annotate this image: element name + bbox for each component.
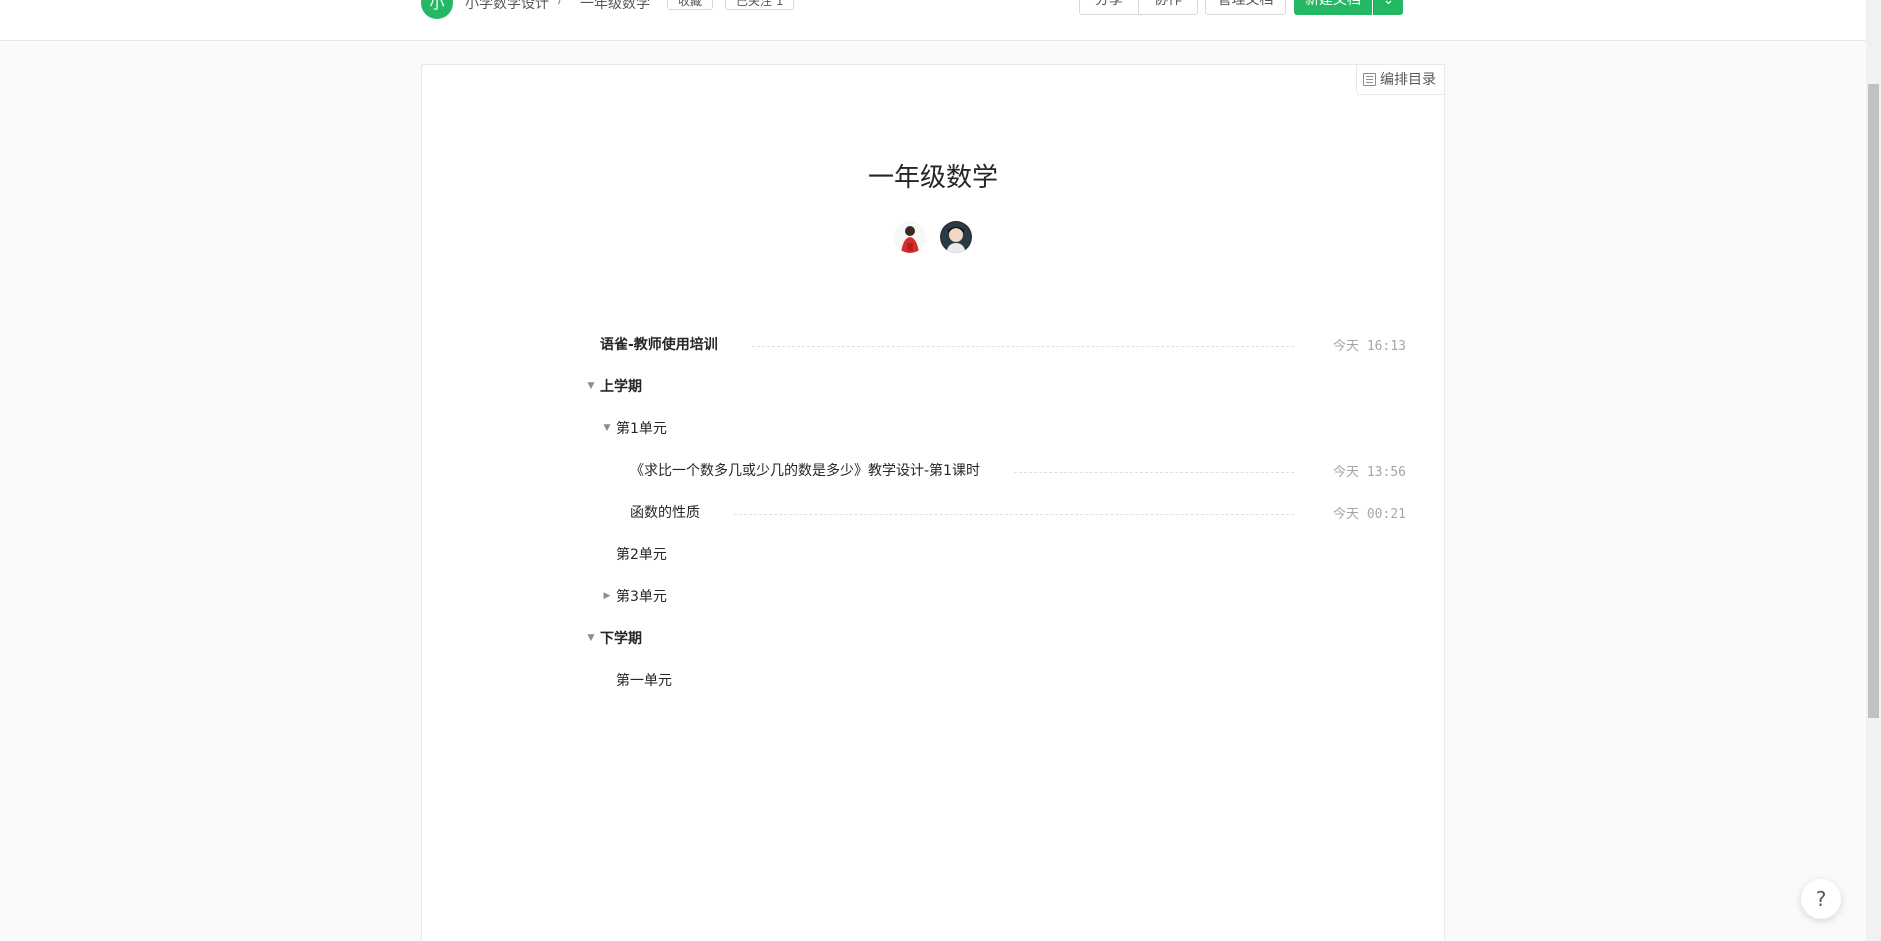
new-doc-dropdown-icon[interactable]: ⌄ [1373,0,1403,15]
top-header: 小 小学数学设计 / 一年级数学 收藏 已关注 1 分享 协作 管理文档 新建文… [0,0,1866,41]
caret-right-icon[interactable]: ▶ [602,591,612,601]
toc-item-time: 今天 13:56 [1333,464,1406,480]
breadcrumb-separator: / [558,0,563,7]
share-button[interactable]: 分享 [1079,0,1139,15]
toc-indent-spacer [602,549,612,559]
toc-item-label: 第2单元 [616,547,667,563]
toc-indent-spacer [586,339,596,349]
toc-item[interactable]: 第2单元 [586,533,1406,575]
toc-item-label: 语雀-教师使用培训 [600,337,718,353]
caret-down-icon[interactable]: ▼ [586,381,596,391]
member-avatar[interactable] [940,221,972,253]
toc-leader-dots [1013,471,1294,473]
toc-leader-dots [734,513,1294,515]
toc-item[interactable]: ▼ 下学期 [586,617,1406,659]
toc-item-label: 《求比一个数多几或少几的数是多少》教学设计-第1课时 [630,463,980,479]
breadcrumb-current: 一年级数学 [580,0,650,12]
toc-item-time: 今天 16:13 [1333,338,1406,354]
member-avatars [894,221,972,253]
page-title: 一年级数学 [867,163,998,193]
toc-item[interactable]: 《求比一个数多几或少几的数是多少》教学设计-第1课时 今天 13:56 [586,449,1406,491]
edit-toc-button[interactable]: 编排目录 [1356,65,1444,95]
caret-down-icon[interactable]: ▼ [602,423,612,433]
toc-list: 语雀-教师使用培训 今天 16:13 ▼ 上学期 ▼ 第1单元《求比一个数多几或少几的数是… [586,323,1406,701]
toc-item-label: 第1单元 [616,421,667,437]
toc-icon [1363,73,1376,86]
toc-item[interactable]: ▼ 上学期 [586,365,1406,407]
edit-toc-label: 编排目录 [1380,71,1436,88]
help-button[interactable]: ? [1801,879,1841,919]
collect-button[interactable]: 收藏 [667,0,714,10]
toc-indent-spacer [602,675,612,685]
breadcrumb-book[interactable]: 小学数学设计 [465,0,549,13]
member-avatar[interactable] [894,221,926,253]
toc-item-label: 上学期 [600,379,642,395]
toc-item[interactable]: ▼ 第1单元 [586,407,1406,449]
caret-down-icon[interactable]: ▼ [586,633,596,643]
scrollbar-thumb[interactable] [1868,84,1879,718]
toc-item-time: 今天 00:21 [1333,506,1406,522]
new-doc-button[interactable]: 新建文档 [1294,0,1372,15]
follow-button[interactable]: 已关注 1 [725,0,795,10]
toc-item[interactable]: 函数的性质 今天 00:21 [586,491,1406,533]
toc-item-label: 第一单元 [616,673,672,689]
toc-item[interactable]: ▶ 第3单元 [586,575,1406,617]
toc-item[interactable]: 语雀-教师使用培训 今天 16:13 [586,323,1406,365]
toc-item[interactable]: 第一单元 [586,659,1406,701]
page-scrollbar[interactable] [1866,0,1881,941]
manage-docs-button[interactable]: 管理文档 [1205,0,1286,15]
space-avatar[interactable]: 小 [421,0,453,19]
book-card: 编排目录 一年级数学 语雀-教师使用培训 今天 16:13 ▼ 上学期 ▼ 第1单元《求比… [421,64,1445,941]
toc-leader-dots [751,345,1294,347]
collaborate-button[interactable]: 协作 [1138,0,1198,15]
more-icon[interactable]: ··· [1418,0,1440,7]
toc-indent-spacer [616,507,626,517]
toc-item-label: 函数的性质 [630,505,700,521]
toc-indent-spacer [616,465,626,475]
toc-item-label: 第3单元 [616,589,667,605]
toc-item-label: 下学期 [600,631,642,647]
